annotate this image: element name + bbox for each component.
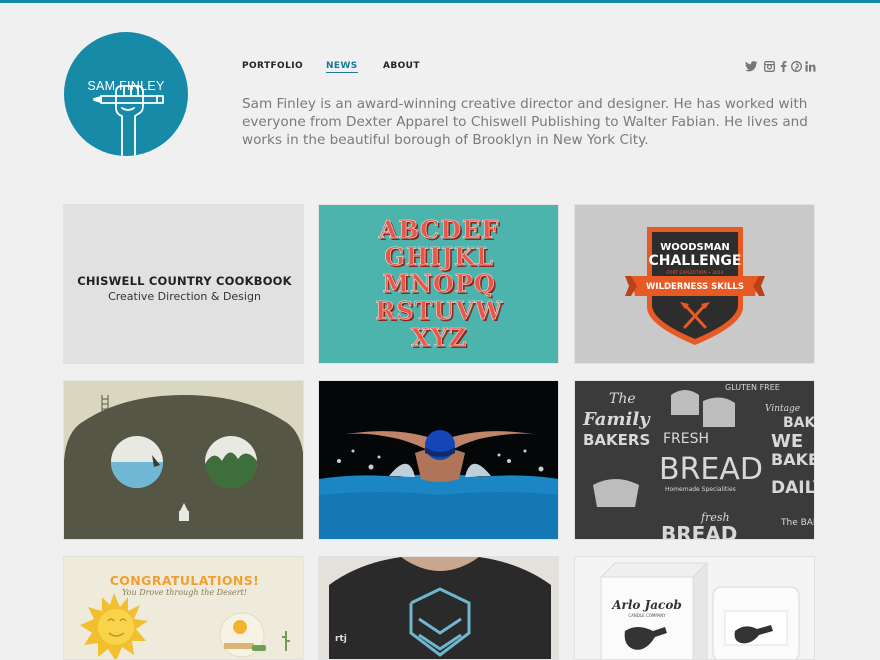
facebook-icon[interactable]	[780, 61, 787, 72]
portfolio-tile-cookbook[interactable]: CHISWELL COUNTRY COOKBOOK Creative Direc…	[63, 204, 304, 364]
tshirt-photo: rtj	[319, 557, 558, 659]
portfolio-tile-skull-poster[interactable]	[63, 380, 304, 540]
portfolio-tile-tshirt[interactable]: rtj	[318, 556, 559, 660]
bakers-word: FRESH	[663, 431, 709, 447]
woodsman-line1: WOODSMAN	[660, 242, 730, 253]
tshirt-tag: rtj	[335, 634, 347, 644]
bakers-word: BREAD	[659, 452, 763, 487]
bakers-word: BAKERS	[583, 431, 650, 449]
bakers-word: WE	[771, 431, 803, 452]
pinterest-icon[interactable]	[791, 61, 802, 72]
swimmer-photo	[319, 381, 558, 539]
bakers-word: Vintage	[765, 404, 800, 414]
bakers-word: Family	[582, 409, 651, 430]
twitter-icon[interactable]	[745, 61, 758, 72]
cookbook-subtitle: Creative Direction & Design	[108, 290, 261, 303]
alphabet-artwork: ABCDEF GHIJKL MNOPQ RSTUVW XYZ ABCDEF GH…	[375, 215, 504, 354]
portfolio-tile-family-bakers[interactable]: The Family BAKERS FRESH BREAD Homemade S…	[574, 380, 815, 540]
candle-product-photo: Arlo Jacob CANDLE COMPANY	[599, 561, 800, 659]
sam-finley-logo[interactable]: SAM FINLEY	[64, 32, 188, 156]
chalkboard-bakery-art: The Family BAKERS FRESH BREAD Homemade S…	[575, 381, 815, 540]
nav-about[interactable]: ABOUT	[383, 61, 420, 71]
alphabet-line: ABCDEF	[378, 215, 500, 244]
bakers-word: Homemade Specialities	[665, 486, 736, 493]
skull-house-illustration	[64, 395, 303, 539]
candle-tagline: CANDLE COMPANY	[628, 613, 666, 618]
portfolio-tile-arlo-jacob[interactable]: Arlo Jacob CANDLE COMPANY	[574, 556, 815, 660]
portfolio-tile-woodsman[interactable]: WOODSMAN CHALLENGE FORT EXPEDITION • 201…	[574, 204, 815, 364]
bakers-word: BAKE	[783, 415, 815, 431]
instagram-icon[interactable]	[764, 61, 775, 72]
portfolio-tile-alphabet[interactable]: ABCDEF GHIJKL MNOPQ RSTUVW XYZ ABCDEF GH…	[318, 204, 559, 364]
candle-brand: Arlo Jacob	[611, 598, 682, 612]
woodsman-ribbon: WILDERNESS SKILLS	[646, 282, 744, 292]
portfolio-tile-congratulations[interactable]: CONGRATULATIONS! You Drove through the D…	[63, 556, 304, 660]
top-accent-bar	[0, 0, 880, 3]
fist-pencil-icon	[93, 85, 164, 156]
alphabet-line: RSTUVW	[375, 296, 503, 325]
portfolio-tile-swimmer[interactable]	[318, 380, 559, 540]
bakers-word: GLUTEN FREE	[725, 383, 780, 392]
bakers-word: BAKE	[771, 450, 815, 469]
logo-text: SAM FINLEY	[87, 79, 165, 93]
cookbook-title: CHISWELL COUNTRY COOKBOOK	[77, 274, 292, 288]
linkedin-icon[interactable]	[805, 61, 816, 72]
woodsman-badge: WOODSMAN CHALLENGE FORT EXPEDITION • 201…	[625, 227, 765, 345]
bio-text: Sam Finley is an award-winning creative …	[242, 96, 808, 148]
alphabet-line: GHIJKL	[384, 242, 494, 271]
bakers-word: DAILY	[771, 478, 815, 498]
woodsman-small: FORT EXPEDITION • 2014	[666, 270, 723, 276]
nav-portfolio[interactable]: PORTFOLIO	[242, 61, 303, 71]
woodsman-line2: CHALLENGE	[648, 253, 741, 269]
bakers-word: BREAD	[661, 522, 737, 540]
nav-news[interactable]: NEWS	[326, 61, 358, 73]
alphabet-line: XYZ	[411, 323, 467, 352]
alphabet-line: MNOPQ	[382, 269, 495, 298]
bakers-word: The	[609, 391, 636, 407]
desert-sun-illustration	[80, 593, 290, 659]
bakers-word: The BAKE SHO	[780, 518, 815, 528]
